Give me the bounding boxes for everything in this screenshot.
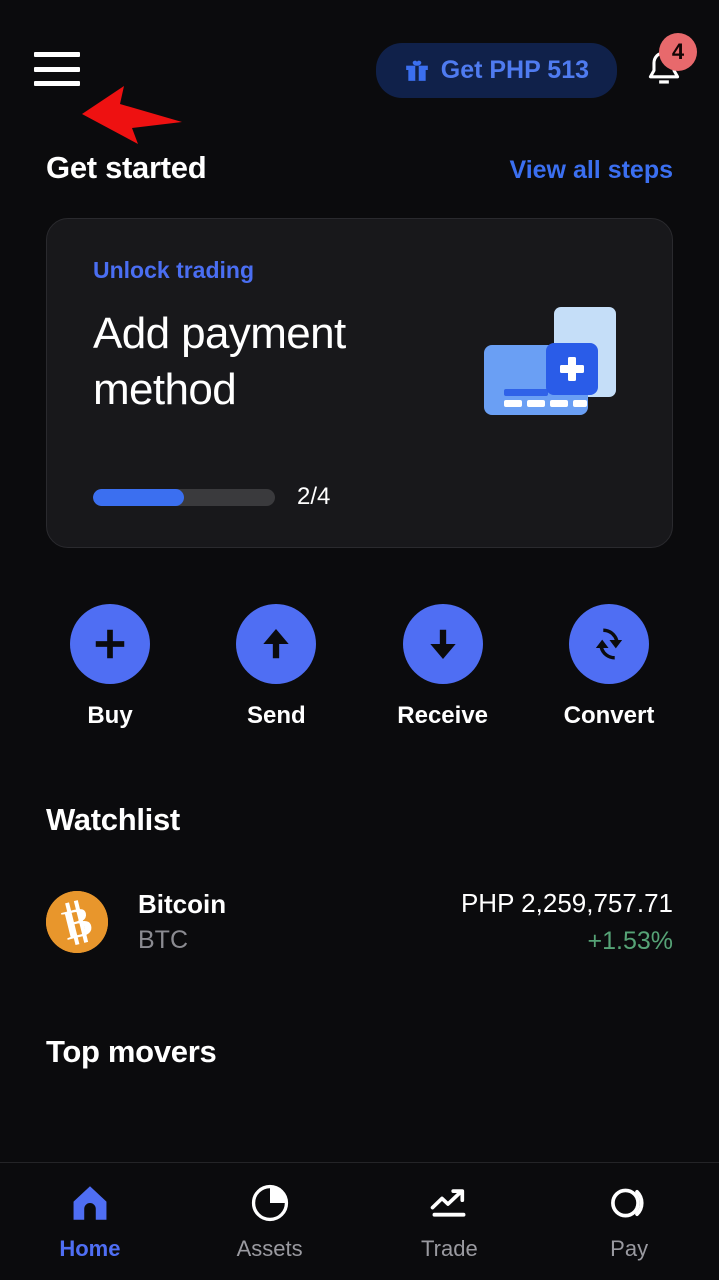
get-started-card[interactable]: Unlock trading Add payment method 2/4 bbox=[46, 218, 673, 548]
quick-actions-row: Buy Send Receive Convert bbox=[0, 548, 719, 730]
hamburger-bar bbox=[34, 66, 80, 72]
top-movers-title: Top movers bbox=[46, 1034, 217, 1069]
nav-label-trade: Trade bbox=[421, 1235, 478, 1261]
nav-label-assets: Assets bbox=[236, 1235, 303, 1261]
convert-refresh-icon bbox=[595, 628, 623, 660]
card-title: Add payment method bbox=[93, 309, 346, 414]
promo-reward-label: Get PHP 513 bbox=[440, 55, 589, 84]
nav-item-home[interactable]: Home bbox=[0, 1182, 180, 1262]
page-title: Get started bbox=[46, 150, 207, 185]
nav-label-pay: Pay bbox=[610, 1235, 649, 1261]
arrow-up-icon bbox=[263, 628, 289, 659]
bitcoin-symbol: B bbox=[46, 891, 108, 953]
action-buy-label: Buy bbox=[87, 702, 133, 729]
nav-item-pay[interactable]: Pay bbox=[539, 1182, 719, 1262]
hamburger-bar bbox=[34, 81, 80, 86]
coinbase-pay-icon bbox=[611, 1188, 644, 1217]
bottom-navigation: Home Assets Trade Pay bbox=[0, 1162, 719, 1280]
action-convert-circle[interactable] bbox=[568, 604, 649, 684]
pie-chart-icon bbox=[251, 1184, 288, 1221]
list-item[interactable]: B Bitcoin BTC PHP 2,259,757.71 +1.53% bbox=[46, 888, 673, 956]
red-arrow-annotation bbox=[82, 86, 182, 144]
arrow-down-icon bbox=[429, 629, 456, 660]
coin-change: +1.53% bbox=[587, 927, 674, 955]
action-convert[interactable]: Convert bbox=[545, 604, 673, 730]
coin-price: PHP 2,259,757.71 bbox=[460, 888, 673, 918]
progress-bar-fill bbox=[93, 488, 184, 506]
home-icon bbox=[73, 1185, 107, 1220]
action-buy[interactable]: Buy bbox=[46, 604, 174, 730]
action-send-label: Send bbox=[246, 702, 306, 729]
action-receive-circle[interactable] bbox=[402, 604, 483, 684]
top-movers-section: Top movers bbox=[0, 956, 719, 1070]
coin-name-group: Bitcoin BTC bbox=[138, 889, 226, 955]
progress-bar-track bbox=[93, 488, 275, 506]
action-convert-label: Convert bbox=[563, 702, 655, 729]
gift-icon bbox=[405, 60, 428, 81]
trending-up-icon bbox=[431, 1188, 466, 1217]
app-header: Get PHP 513 4 bbox=[0, 0, 719, 150]
hamburger-bar bbox=[34, 52, 80, 57]
action-buy-circle[interactable] bbox=[70, 604, 150, 684]
watchlist-title: Watchlist bbox=[46, 802, 180, 837]
hamburger-menu-icon[interactable] bbox=[34, 52, 80, 86]
action-send-circle[interactable] bbox=[236, 604, 317, 684]
promo-reward-button[interactable]: Get PHP 513 bbox=[375, 42, 617, 98]
card-kicker: Unlock trading bbox=[93, 257, 255, 283]
get-started-header: Get started View all steps bbox=[0, 150, 719, 186]
action-send[interactable]: Send bbox=[212, 604, 340, 730]
action-receive-label: Receive bbox=[397, 702, 489, 729]
view-all-steps-link[interactable]: View all steps bbox=[509, 156, 673, 185]
get-started-card-wrap: Unlock trading Add payment method 2/4 bbox=[0, 186, 719, 548]
bitcoin-icon: B bbox=[46, 891, 108, 953]
watchlist-section: Watchlist B Bitcoin BTC PHP 2,259,757.71 bbox=[0, 730, 719, 956]
progress-row: 2/4 bbox=[93, 483, 330, 511]
notifications-button[interactable]: 4 bbox=[637, 33, 697, 97]
nav-item-trade[interactable]: Trade bbox=[360, 1182, 540, 1262]
plus-icon bbox=[95, 629, 125, 659]
coin-name: Bitcoin bbox=[138, 889, 227, 919]
coin-ticker: BTC bbox=[138, 926, 188, 954]
progress-label: 2/4 bbox=[297, 483, 331, 510]
notification-badge: 4 bbox=[659, 33, 697, 71]
add-payment-card-illustration bbox=[484, 307, 616, 415]
action-receive[interactable]: Receive bbox=[379, 604, 507, 730]
nav-item-assets[interactable]: Assets bbox=[180, 1182, 360, 1262]
app-screen: Get PHP 513 4 Get started View all steps… bbox=[0, 0, 719, 1280]
coin-value-group: PHP 2,259,757.71 +1.53% bbox=[461, 888, 673, 956]
nav-label-home: Home bbox=[59, 1235, 121, 1261]
